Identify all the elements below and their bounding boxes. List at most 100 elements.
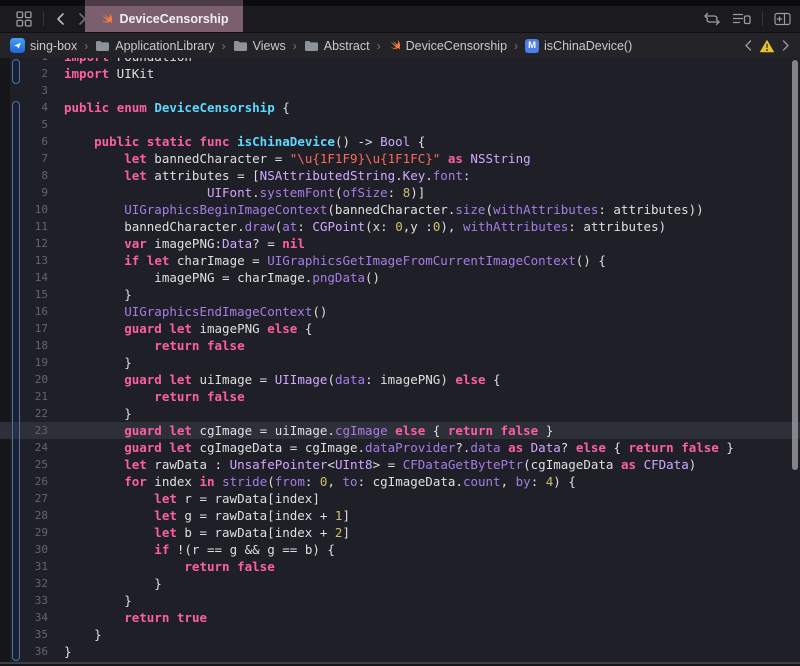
breadcrumb-item-label: isChinaDevice() [544,39,632,53]
breadcrumb-item[interactable]: ApplicationLibrary [95,39,214,53]
code-line-text[interactable]: } [64,626,102,643]
source-change-ribbon[interactable] [12,101,20,661]
code-line-text[interactable]: guard let cgImageData = cgImage.dataProv… [64,439,734,456]
code-line[interactable]: 9UIFont.systemFont(ofSize: 8)] [0,184,800,201]
code-line[interactable]: 34return true [0,609,800,626]
code-line[interactable]: 3 [0,82,800,99]
source-change-ribbon[interactable] [12,59,20,84]
code-line-text[interactable]: return true [64,609,207,626]
tab-bar-right-controls [703,12,791,26]
code-line-text[interactable]: return false [64,558,275,575]
toolbar-divider [762,12,763,26]
code-line[interactable]: 19} [0,354,800,371]
code-line-text[interactable]: UIGraphicsBeginImageContext(bannedCharac… [64,201,704,218]
code-line[interactable]: 29let b = rawData[index + 2] [0,524,800,541]
code-line[interactable]: 4public enum DeviceCensorship { [0,99,800,116]
code-line-text[interactable]: import UIKit [64,65,154,82]
app-icon [10,38,25,53]
code-line-text[interactable]: } [64,354,132,371]
code-line[interactable]: 20guard let uiImage = UIImage(data: imag… [0,371,800,388]
code-line-text[interactable]: } [64,286,132,303]
code-line[interactable]: 33} [0,592,800,609]
related-items-grid-icon[interactable] [16,11,32,27]
code-line-text[interactable]: if !(r == g && g == b) { [64,541,335,558]
code-line[interactable]: 30if !(r == g && g == b) { [0,541,800,558]
code-line[interactable]: 8let attributes = [NSAttributedString.Ke… [0,167,800,184]
line-number[interactable]: 3 [10,82,64,99]
tab-devicecensorship[interactable]: DeviceCensorship [85,6,243,32]
code-line[interactable]: 6public static func isChinaDevice() -> B… [0,133,800,150]
code-line[interactable]: 1import Foundation [0,58,800,65]
code-line[interactable]: 21return false [0,388,800,405]
breadcrumb-item[interactable]: MisChinaDevice() [525,39,632,53]
code-line-text[interactable]: } [64,405,132,422]
code-line-text[interactable]: public enum DeviceCensorship { [64,99,290,116]
code-line[interactable]: 14imagePNG = charImage.pngData() [0,269,800,286]
tab-bar-left-controls [0,11,88,27]
code-line-text[interactable]: public static func isChinaDevice() -> Bo… [64,133,425,150]
code-line-text[interactable]: let rawData : UnsafePointer<UInt8> = CFD… [64,456,696,473]
code-line-text[interactable]: let g = rawData[index + 1] [64,507,350,524]
breadcrumb-item[interactable]: sing-box [10,38,77,53]
code-line-text[interactable]: import Foundation [64,58,192,65]
code-line-text[interactable]: UIFont.systemFont(ofSize: 8)] [64,184,425,201]
code-line[interactable]: 23guard let cgImage = uiImage.cgImage el… [0,422,800,439]
code-line[interactable]: 35} [0,626,800,643]
code-line[interactable]: 5 [0,116,800,133]
code-line-text[interactable]: UIGraphicsEndImageContext() [64,303,327,320]
code-line[interactable]: 32} [0,575,800,592]
code-line[interactable]: 11bannedCharacter.draw(at: CGPoint(x: 0,… [0,218,800,235]
code-line[interactable]: 24guard let cgImageData = cgImage.dataPr… [0,439,800,456]
code-line[interactable]: 7let bannedCharacter = "\u{1F1F9}\u{1F1F… [0,150,800,167]
code-line[interactable]: 27let r = rawData[index] [0,490,800,507]
swift-icon [99,12,113,26]
code-line-text[interactable]: guard let uiImage = UIImage(data: imageP… [64,371,501,388]
breadcrumb-item[interactable]: DeviceCensorship [388,39,507,53]
code-line[interactable]: 10UIGraphicsBeginImageContext(bannedChar… [0,201,800,218]
code-line-text[interactable]: guard let imagePNG else { [64,320,312,337]
code-line-text[interactable]: } [64,643,72,660]
warning-icon[interactable] [759,39,775,53]
code-line[interactable]: 28let g = rawData[index + 1] [0,507,800,524]
code-editor[interactable]: 1import Foundation2import UIKit34public … [0,58,800,666]
folder-icon [233,40,248,52]
add-editor-icon[interactable] [774,12,791,26]
chevron-left-icon[interactable] [744,40,752,51]
code-line-text[interactable]: return false [64,388,245,405]
code-line-text[interactable]: var imagePNG:Data? = nil [64,235,305,252]
breadcrumb-item[interactable]: Views [233,39,286,53]
code-line-text[interactable]: let attributes = [NSAttributedString.Key… [64,167,470,184]
code-line-text[interactable]: } [64,592,132,609]
editor-options-icon[interactable] [732,12,751,26]
code-line[interactable]: 12var imagePNG:Data? = nil [0,235,800,252]
breadcrumb-separator-icon: › [376,39,382,53]
code-line[interactable]: 16UIGraphicsEndImageContext() [0,303,800,320]
breadcrumb-item[interactable]: Abstract [304,39,370,53]
code-line-text[interactable]: let bannedCharacter = "\u{1F1F9}\u{1F1FC… [64,150,531,167]
code-line-text[interactable]: imagePNG = charImage.pngData() [64,269,380,286]
code-line[interactable]: 25let rawData : UnsafePointer<UInt8> = C… [0,456,800,473]
code-line[interactable]: 17guard let imagePNG else { [0,320,800,337]
code-line-text[interactable]: for index in stride(from: 0, to: cgImage… [64,473,576,490]
code-line[interactable]: 36} [0,643,800,660]
code-line[interactable]: 26for index in stride(from: 0, to: cgIma… [0,473,800,490]
code-line-text[interactable]: let b = rawData[index + 2] [64,524,350,541]
breadcrumb-separator-icon: › [292,39,298,53]
code-line-text[interactable]: } [64,575,162,592]
code-line[interactable]: 18return false [0,337,800,354]
method-icon: M [525,39,539,53]
code-line-text[interactable]: if let charImage = UIGraphicsGetImageFro… [64,252,606,269]
code-line-text[interactable]: return false [64,337,245,354]
code-line-text[interactable]: bannedCharacter.draw(at: CGPoint(x: 0,y … [64,218,666,235]
code-line[interactable]: 22} [0,405,800,422]
code-line[interactable]: 15} [0,286,800,303]
code-line[interactable]: 13if let charImage = UIGraphicsGetImageF… [0,252,800,269]
code-line-text[interactable]: guard let cgImage = uiImage.cgImage else… [64,422,553,439]
swap-editors-icon[interactable] [703,12,721,26]
code-line[interactable]: 31return false [0,558,800,575]
chevron-right-icon[interactable] [782,40,790,51]
code-line-text[interactable]: let r = rawData[index] [64,490,320,507]
back-icon[interactable] [55,12,66,26]
code-line[interactable]: 2import UIKit [0,65,800,82]
vertical-scrollbar[interactable] [792,60,798,470]
